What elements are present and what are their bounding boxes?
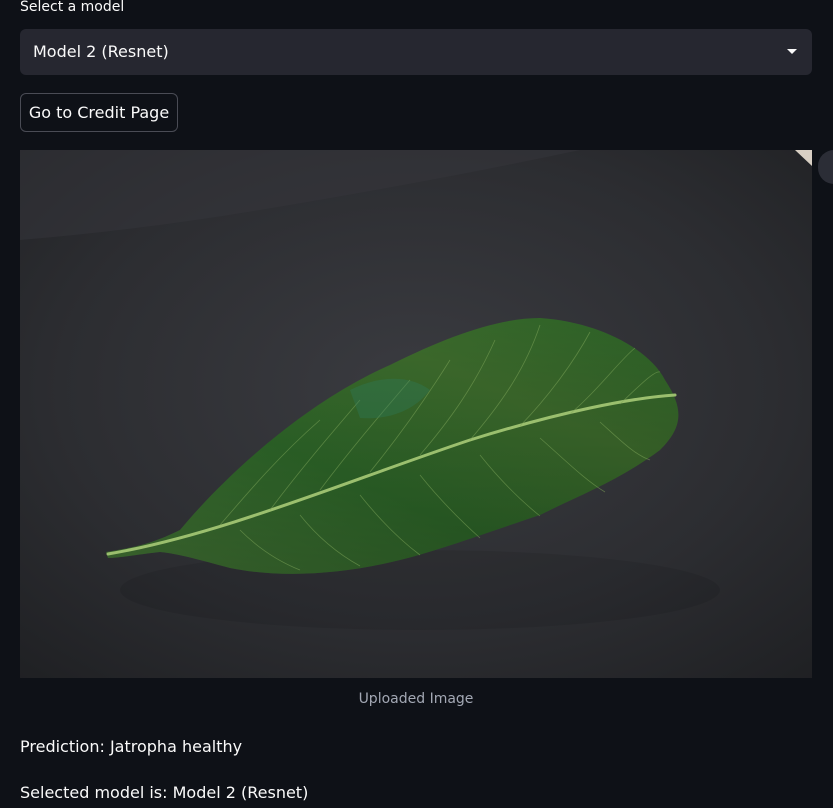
chevron-down-icon[interactable] <box>787 49 797 54</box>
uploaded-image <box>20 150 812 678</box>
go-to-credit-page-button[interactable]: Go to Credit Page <box>20 93 178 132</box>
selected-model-text: Selected model is: Model 2 (Resnet) <box>20 783 309 802</box>
fullscreen-icon[interactable] <box>818 150 833 184</box>
prediction-text: Prediction: Jatropha healthy <box>20 737 243 756</box>
app-page: Select a model Model 2 (Resnet) Go to Cr… <box>0 0 833 808</box>
leaf-photo <box>20 150 812 678</box>
image-caption: Uploaded Image <box>358 691 474 707</box>
select-model-label: Select a model <box>20 0 125 15</box>
model-select[interactable]: Model 2 (Resnet) <box>20 29 812 75</box>
model-select-value: Model 2 (Resnet) <box>33 42 169 61</box>
